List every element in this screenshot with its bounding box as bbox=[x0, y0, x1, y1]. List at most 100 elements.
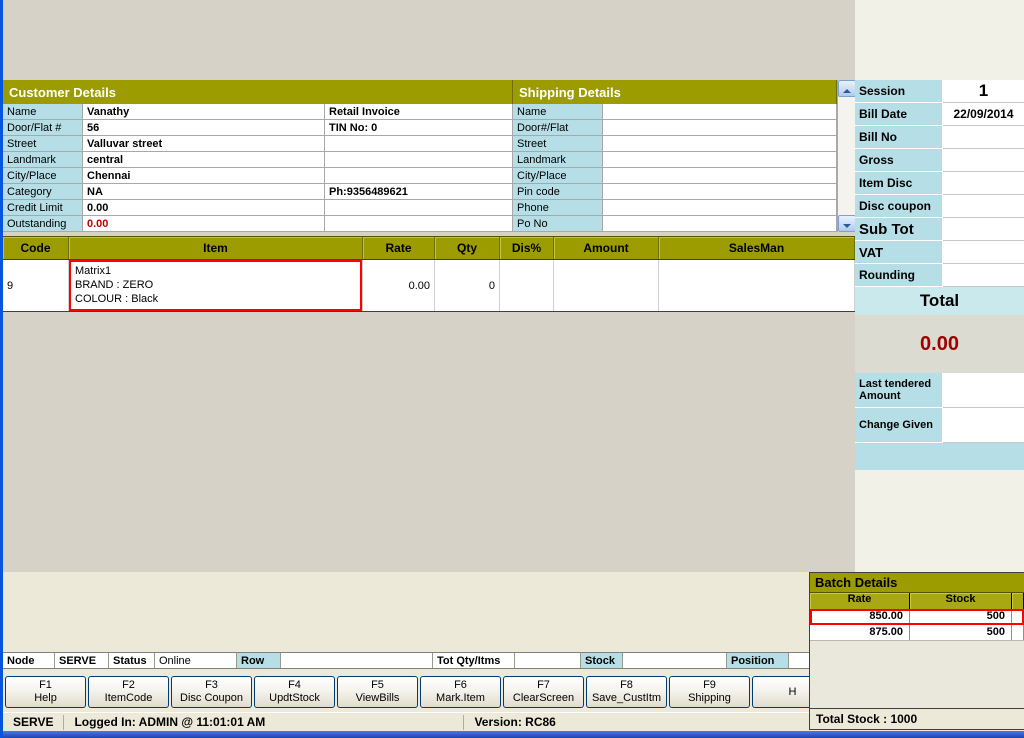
bill-no-value bbox=[943, 126, 1024, 149]
last-tendered-value bbox=[943, 373, 1024, 408]
items-table-header: Code Item Rate Qty Dis% Amount SalesMan bbox=[3, 236, 855, 260]
shipping-label: Pin code bbox=[513, 184, 603, 200]
batch-rate: 875.00 bbox=[810, 625, 910, 640]
f9-shipping-button[interactable]: F9 Shipping bbox=[669, 676, 750, 708]
details-scrollbar[interactable] bbox=[837, 80, 856, 232]
bill-summary-panel: Session 1 Bill Date 22/09/2014 Bill No G… bbox=[855, 80, 1024, 470]
customer-extra[interactable]: TIN No: 0 bbox=[325, 120, 513, 136]
shipping-value[interactable] bbox=[603, 104, 837, 120]
f5-viewbills-button[interactable]: F5 ViewBills bbox=[337, 676, 418, 708]
customer-extra[interactable] bbox=[325, 136, 513, 152]
shipping-value[interactable] bbox=[603, 120, 837, 136]
item-amount-cell[interactable] bbox=[554, 260, 659, 311]
col-amount: Amount bbox=[554, 237, 659, 259]
last-tendered-label: Last tendered Amount bbox=[855, 373, 943, 408]
item-rate-cell[interactable]: 0.00 bbox=[363, 260, 435, 311]
window-bottom-edge bbox=[3, 731, 1024, 738]
status-position-label: Position bbox=[727, 653, 789, 668]
total-label: Total bbox=[855, 287, 1024, 315]
col-item: Item bbox=[69, 237, 363, 259]
app-window: R RayMedi RPOS 7 - [bill entry screen] C… bbox=[0, 0, 1024, 738]
f4-updtstock-button[interactable]: F4 UpdtStock bbox=[254, 676, 335, 708]
sub-tot-value bbox=[943, 218, 1024, 241]
summary-label: Gross bbox=[855, 149, 943, 172]
footer-node: SERVE bbox=[3, 714, 65, 730]
item-description-cell[interactable]: Matrix1 BRAND : ZERO COLOUR : Black bbox=[69, 260, 362, 311]
session-value: 1 bbox=[943, 80, 1024, 103]
shipping-label: Landmark bbox=[513, 152, 603, 168]
customer-label: Outstanding bbox=[3, 216, 83, 232]
customer-value[interactable]: 0.00 bbox=[83, 200, 325, 216]
status-status-label: Status bbox=[109, 653, 155, 668]
customer-value[interactable]: central bbox=[83, 152, 325, 168]
footer-logged-in: Logged In: ADMIN @ 11:01:01 AM bbox=[64, 714, 465, 730]
shipping-value[interactable] bbox=[603, 216, 837, 232]
shipping-value[interactable] bbox=[603, 136, 837, 152]
item-code-cell[interactable]: 9 bbox=[3, 260, 69, 311]
col-code: Code bbox=[3, 237, 69, 259]
shipping-label: City/Place bbox=[513, 168, 603, 184]
batch-row[interactable]: 875.00 500 bbox=[810, 625, 1024, 641]
shipping-label: Door#/Flat bbox=[513, 120, 603, 136]
col-rate: Rate bbox=[363, 237, 435, 259]
status-node-value: SERVE bbox=[55, 653, 109, 668]
summary-label: Rounding bbox=[855, 264, 943, 287]
summary-label: VAT bbox=[855, 241, 943, 264]
scroll-up-icon[interactable] bbox=[838, 80, 856, 97]
shipping-details-grid: Name Door#/Flat Street Landmark City/Pla… bbox=[513, 104, 837, 232]
customer-extra[interactable]: Ph:9356489621 bbox=[325, 184, 513, 200]
shipping-label: Phone bbox=[513, 200, 603, 216]
customer-value[interactable]: 56 bbox=[83, 120, 325, 136]
f1-help-button[interactable]: F1 Help bbox=[5, 676, 86, 708]
disc-coupon-value bbox=[943, 195, 1024, 218]
f3-disc-coupon-button[interactable]: F3 Disc Coupon bbox=[171, 676, 252, 708]
f6-mark-item-button[interactable]: F6 Mark.Item bbox=[420, 676, 501, 708]
customer-outstanding-value[interactable]: 0.00 bbox=[83, 216, 325, 232]
scroll-down-icon[interactable] bbox=[838, 215, 856, 232]
col-qty: Qty bbox=[435, 237, 500, 259]
shipping-label: Po No bbox=[513, 216, 603, 232]
summary-label: Item Disc bbox=[855, 172, 943, 195]
customer-details-grid: Name Vanathy Retail Invoice Door/Flat # … bbox=[3, 104, 513, 232]
batch-stock: 500 bbox=[910, 625, 1012, 640]
table-row[interactable]: 9 Matrix1 BRAND : ZERO COLOUR : Black 0.… bbox=[3, 260, 855, 312]
batch-col-stock: Stock bbox=[910, 593, 1012, 609]
summary-label: Disc coupon bbox=[855, 195, 943, 218]
item-dis-cell[interactable] bbox=[500, 260, 554, 311]
shipping-details-header: Shipping Details bbox=[513, 80, 837, 104]
bill-date-value: 22/09/2014 bbox=[943, 103, 1024, 126]
customer-extra[interactable] bbox=[325, 200, 513, 216]
customer-value[interactable]: Chennai bbox=[83, 168, 325, 184]
customer-value[interactable]: NA bbox=[83, 184, 325, 200]
shipping-value[interactable] bbox=[603, 152, 837, 168]
batch-details-header: Batch Details bbox=[810, 573, 1024, 593]
change-given-value bbox=[943, 408, 1024, 443]
customer-extra[interactable] bbox=[325, 152, 513, 168]
f8-save-custitm-button[interactable]: F8 Save_CustItm bbox=[586, 676, 667, 708]
shipping-label: Name bbox=[513, 104, 603, 120]
gross-value bbox=[943, 149, 1024, 172]
batch-stock: 500 bbox=[910, 609, 1012, 624]
summary-label: Sub Tot bbox=[855, 218, 943, 241]
f2-itemcode-button[interactable]: F2 ItemCode bbox=[88, 676, 169, 708]
total-value: 0.00 bbox=[855, 315, 1024, 373]
customer-extra[interactable]: Retail Invoice bbox=[325, 104, 513, 120]
customer-value[interactable]: Valluvar street bbox=[83, 136, 325, 152]
customer-value[interactable]: Vanathy bbox=[83, 104, 325, 120]
item-qty-cell[interactable]: 0 bbox=[435, 260, 500, 311]
batch-row-selected[interactable]: 850.00 500 bbox=[810, 609, 1024, 625]
item-salesman-cell[interactable] bbox=[659, 260, 855, 311]
summary-label: Session bbox=[855, 80, 943, 103]
f7-clearscreen-button[interactable]: F7 ClearScreen bbox=[503, 676, 584, 708]
summary-label: Bill No bbox=[855, 126, 943, 149]
customer-label: Street bbox=[3, 136, 83, 152]
customer-extra[interactable] bbox=[325, 216, 513, 232]
customer-label: Name bbox=[3, 104, 83, 120]
shipping-value[interactable] bbox=[603, 200, 837, 216]
item-disc-value bbox=[943, 172, 1024, 195]
shipping-value[interactable] bbox=[603, 184, 837, 200]
customer-extra[interactable] bbox=[325, 168, 513, 184]
shipping-value[interactable] bbox=[603, 168, 837, 184]
status-online-value: Online bbox=[155, 653, 237, 668]
summary-label: Bill Date bbox=[855, 103, 943, 126]
